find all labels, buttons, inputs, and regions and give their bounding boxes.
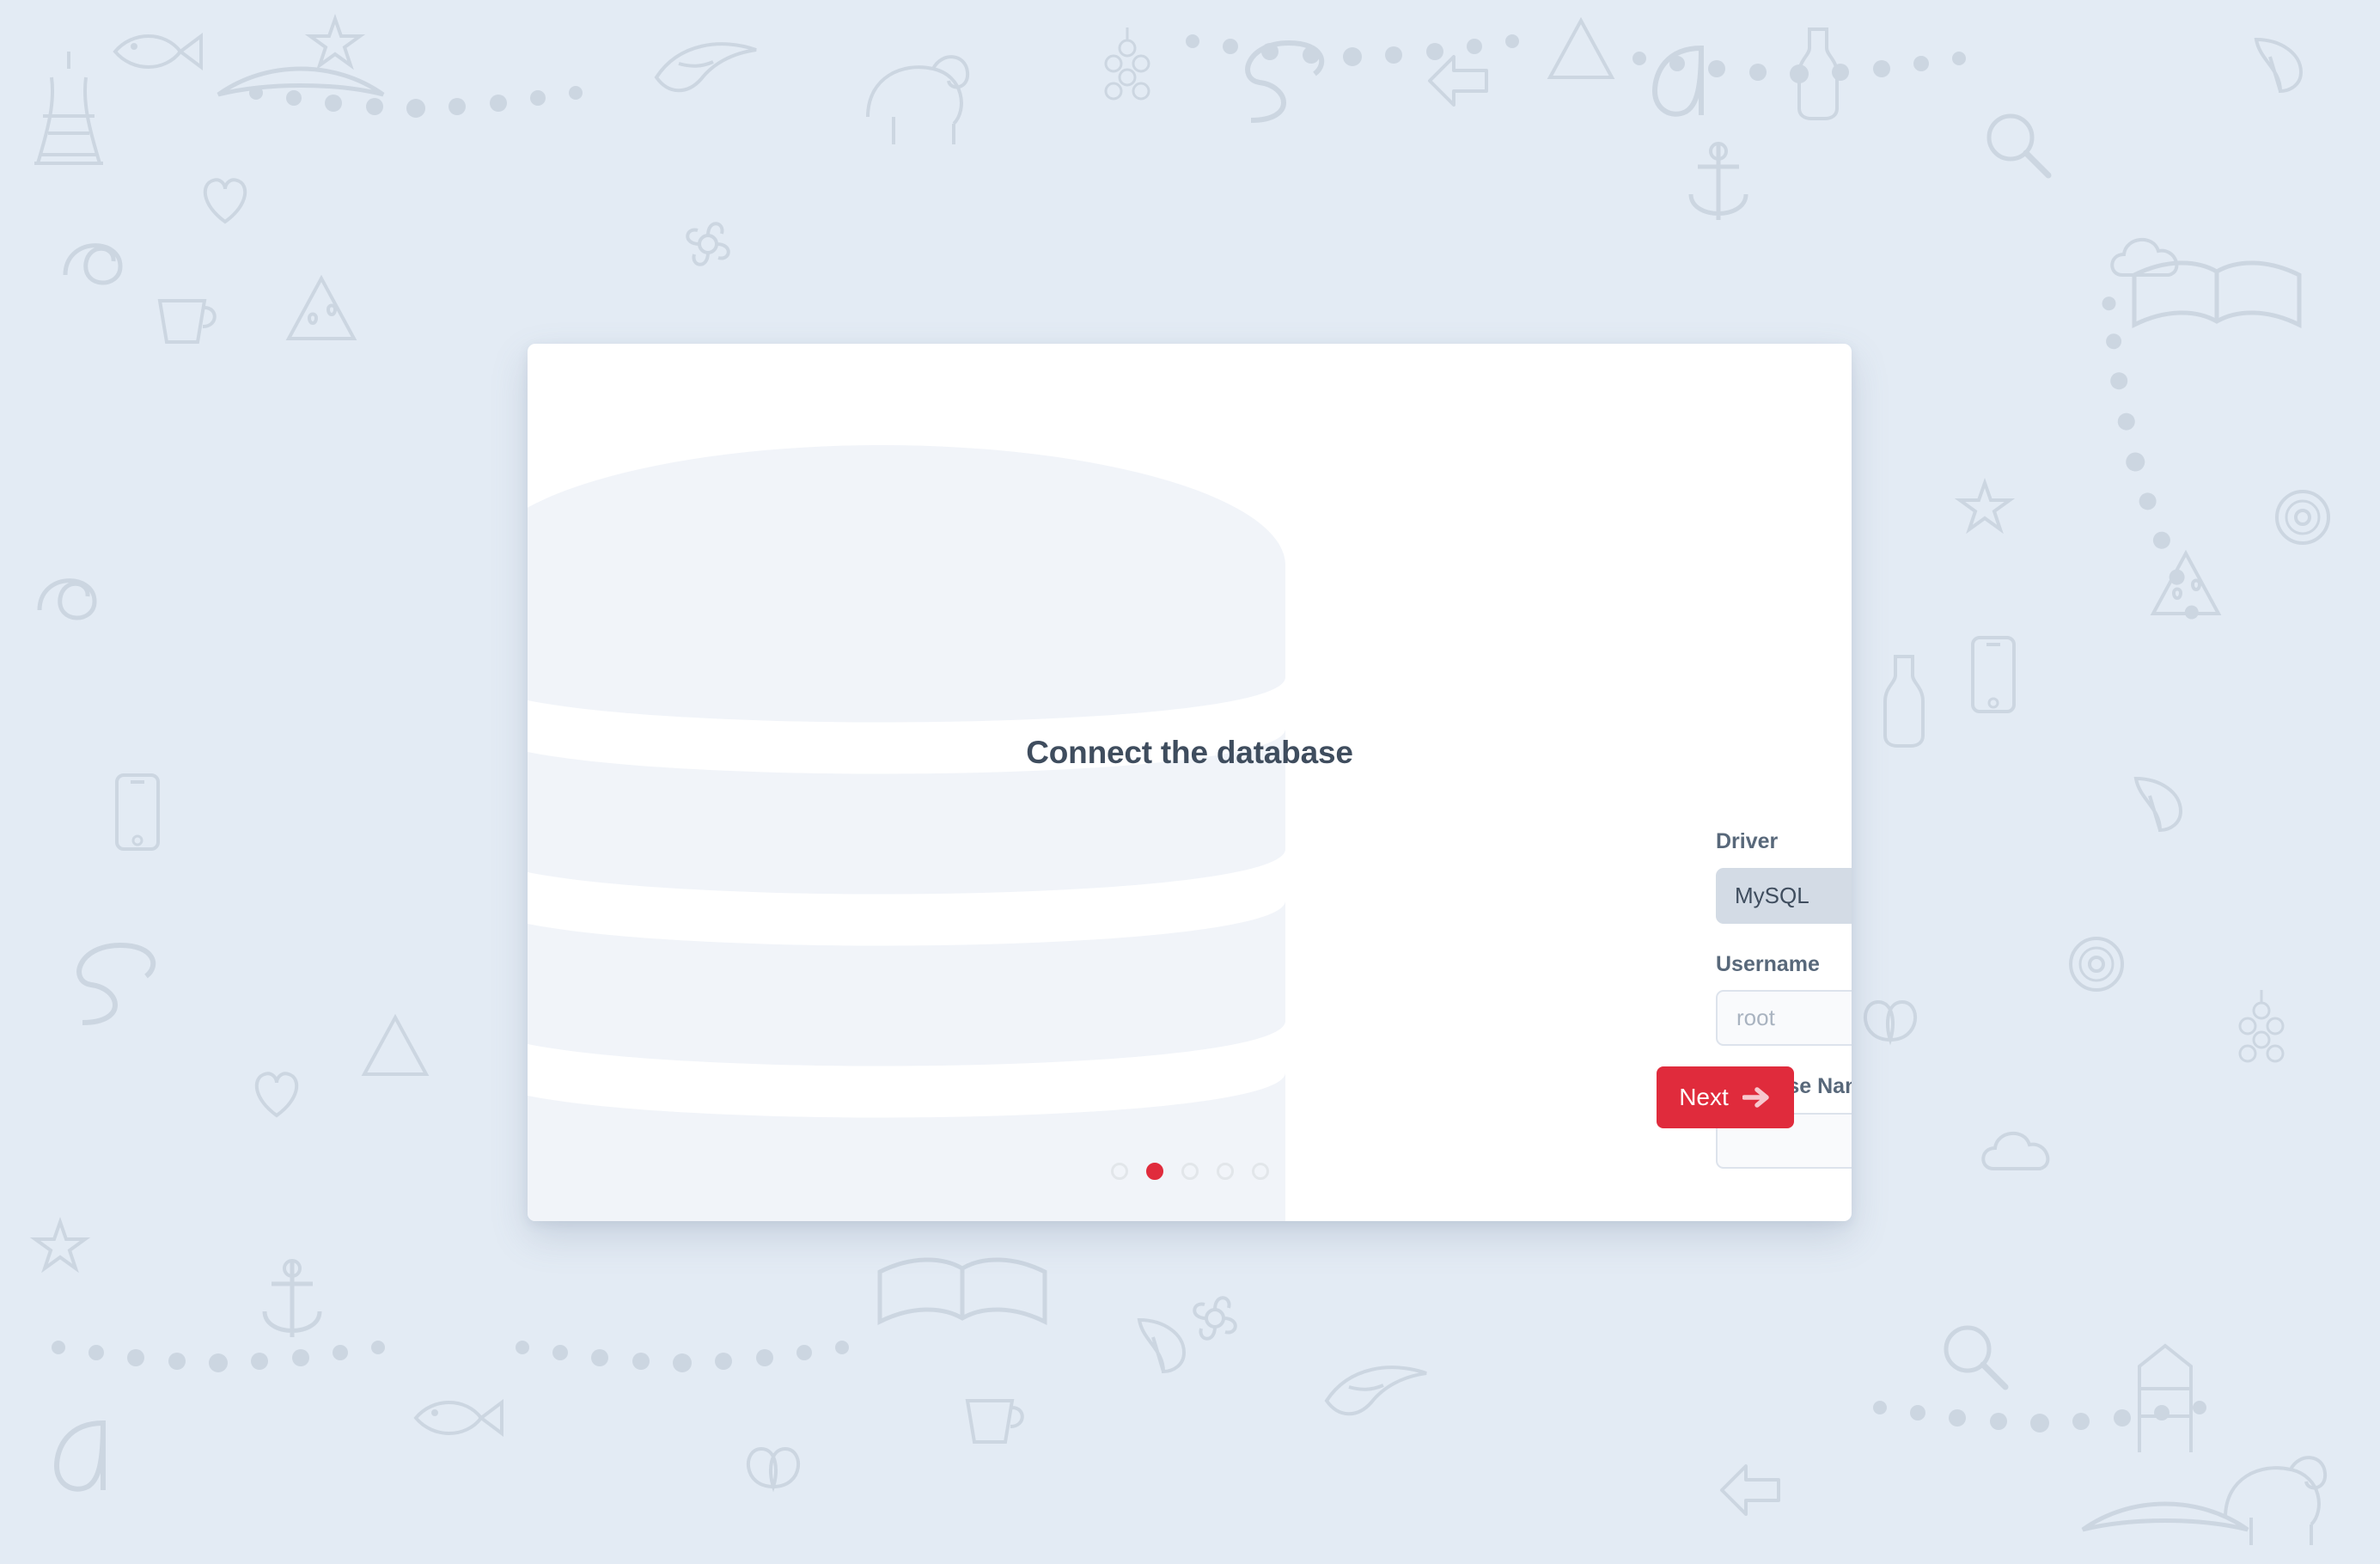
page-title: Connect the database bbox=[1026, 735, 1353, 770]
arrow-right-icon bbox=[1742, 1087, 1769, 1108]
step-indicator bbox=[528, 1163, 1852, 1180]
form-row-connection: Driver MySQL Server Port bbox=[1716, 829, 1852, 924]
username-input[interactable] bbox=[1716, 990, 1852, 1046]
step-dot-3[interactable] bbox=[1181, 1163, 1199, 1180]
driver-label: Driver bbox=[1716, 829, 1779, 853]
username-label: Username bbox=[1716, 951, 1820, 976]
driver-select-wrapper: MySQL bbox=[1716, 867, 1852, 924]
driver-select[interactable]: MySQL bbox=[1716, 867, 1852, 924]
next-button[interactable]: Next bbox=[1657, 1066, 1794, 1128]
driver-field: Driver MySQL bbox=[1716, 829, 1852, 924]
form-row-credentials: Username Password bbox=[1716, 951, 1852, 1046]
step-dot-1[interactable] bbox=[1110, 1163, 1128, 1180]
step-dot-2[interactable] bbox=[1145, 1163, 1163, 1180]
next-button-label: Next bbox=[1679, 1084, 1729, 1110]
installer-card: Connect the database Driver MySQL Server bbox=[528, 344, 1852, 1221]
step-dot-5[interactable] bbox=[1251, 1163, 1269, 1180]
username-field: Username bbox=[1716, 951, 1852, 1046]
step-dot-4[interactable] bbox=[1216, 1163, 1234, 1180]
database-cylinder-icon bbox=[528, 428, 1406, 1221]
